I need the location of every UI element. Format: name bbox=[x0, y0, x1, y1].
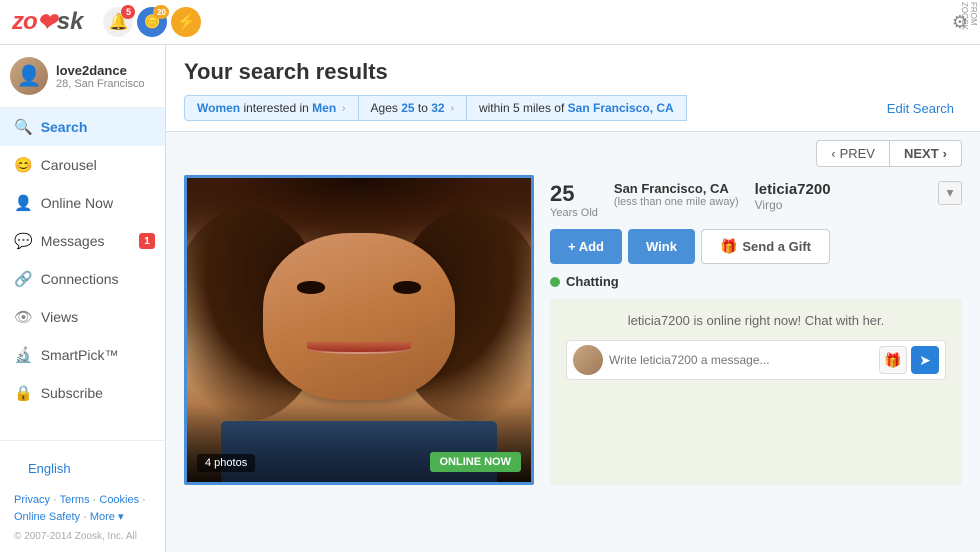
gift-button[interactable]: 🎁 Send a Gift bbox=[701, 229, 830, 264]
sidebar-item-search[interactable]: 🔍 Search bbox=[0, 108, 165, 146]
chatting-status: Chatting bbox=[550, 274, 962, 289]
chat-avatar-image bbox=[573, 345, 603, 375]
terms-link[interactable]: Terms bbox=[60, 494, 90, 506]
profile-username: leticia7200 bbox=[755, 181, 831, 198]
watermark: FROM ZOOSK bbox=[958, 0, 980, 45]
online-safety-link[interactable]: Online Safety bbox=[14, 511, 80, 523]
privacy-link[interactable]: Privacy bbox=[14, 494, 50, 506]
footer-links: Privacy · Terms · Cookies · Online Safet… bbox=[14, 492, 151, 527]
copyright-text: © 2007-2014 Zoosk, Inc. All bbox=[14, 531, 151, 542]
filter-gender[interactable]: Women interested in Men › bbox=[184, 95, 359, 121]
language-selector[interactable]: English bbox=[14, 451, 151, 486]
profile-photo bbox=[187, 178, 531, 482]
online-now-icon: 👤 bbox=[14, 194, 33, 212]
chat-send-button[interactable]: ➤ bbox=[911, 346, 939, 374]
edit-search-button[interactable]: Edit Search bbox=[879, 96, 962, 121]
results-nav: ‹ PREV NEXT › bbox=[166, 132, 980, 175]
wink-button[interactable]: Wink bbox=[628, 229, 695, 264]
sidebar-item-label: Search bbox=[41, 119, 88, 135]
carousel-icon: 😊 bbox=[14, 156, 33, 174]
search-icon: 🔍 bbox=[14, 118, 33, 136]
online-now-badge: ONLINE NOW bbox=[430, 452, 522, 472]
notifications-badge: 5 bbox=[121, 5, 135, 19]
chat-message-input[interactable] bbox=[609, 353, 873, 367]
sidebar-item-label: Views bbox=[41, 309, 78, 325]
profile-area: 4 photos ONLINE NOW 25 Years Old San Fra… bbox=[166, 175, 980, 503]
chat-input-row: 🎁 ➤ bbox=[566, 340, 946, 380]
connections-icon: 🔗 bbox=[14, 270, 33, 288]
filter-age[interactable]: Ages 25 to 32 › bbox=[359, 95, 467, 121]
profile-location-sub: (less than one mile away) bbox=[614, 196, 739, 208]
profile-expand-button[interactable]: ▾ bbox=[938, 181, 962, 205]
add-button[interactable]: + Add bbox=[550, 229, 622, 264]
sidebar-footer: English Privacy · Terms · Cookies · Onli… bbox=[0, 440, 165, 552]
messages-badge: 1 bbox=[139, 233, 155, 249]
sidebar-item-carousel[interactable]: 😊 Carousel bbox=[0, 146, 165, 184]
page-title: Your search results bbox=[184, 59, 962, 85]
gift-icon: 🎁 bbox=[720, 238, 737, 255]
sidebar-item-subscribe[interactable]: 🔒 Subscribe bbox=[0, 374, 165, 412]
username-group: leticia7200 Virgo bbox=[755, 181, 831, 212]
avatar bbox=[10, 57, 48, 95]
photo-count-badge: 4 photos bbox=[197, 454, 255, 472]
chat-send-options: 🎁 ➤ bbox=[879, 346, 939, 374]
profile-location: San Francisco, CA bbox=[614, 181, 739, 196]
main-header: Your search results Women interested in … bbox=[166, 45, 980, 132]
sidebar-item-smartpick[interactable]: 🔬 SmartPick™ bbox=[0, 336, 165, 374]
header-icons: 🔔 5 🪙 20 ⚡ bbox=[103, 7, 201, 37]
chat-emoji-button[interactable]: 🎁 bbox=[879, 346, 907, 374]
filter-location[interactable]: within 5 miles of San Francisco, CA bbox=[467, 95, 687, 121]
chat-online-notice: leticia7200 is online right now! Chat wi… bbox=[566, 313, 946, 328]
next-button[interactable]: NEXT › bbox=[890, 140, 962, 167]
subscribe-icon: 🔒 bbox=[14, 384, 33, 402]
views-icon: 👁 bbox=[14, 308, 33, 326]
profile-info: 25 Years Old San Francisco, CA (less tha… bbox=[550, 175, 962, 485]
age-label: Years Old bbox=[550, 207, 598, 219]
gift-label: Send a Gift bbox=[742, 239, 811, 254]
sidebar-item-label: Online Now bbox=[41, 195, 113, 211]
prev-button[interactable]: ‹ PREV bbox=[816, 140, 890, 167]
profile-sign: Virgo bbox=[755, 198, 831, 212]
notifications-button[interactable]: 🔔 5 bbox=[103, 7, 133, 37]
chatting-label: Chatting bbox=[566, 274, 619, 289]
main-content: Your search results Women interested in … bbox=[166, 45, 980, 552]
sidebar-item-messages[interactable]: 💬 Messages 1 bbox=[0, 222, 165, 260]
nav-items: 🔍 Search 😊 Carousel 👤 Online Now 💬 Messa… bbox=[0, 108, 165, 440]
sidebar-item-connections[interactable]: 🔗 Connections bbox=[0, 260, 165, 298]
sidebar: love2dance 28, San Francisco 🔍 Search 😊 … bbox=[0, 45, 166, 552]
cookies-link[interactable]: Cookies bbox=[99, 494, 139, 506]
chat-avatar bbox=[573, 345, 603, 375]
user-info: love2dance 28, San Francisco bbox=[56, 63, 145, 90]
sidebar-item-label: Messages bbox=[41, 233, 105, 249]
sidebar-item-online-now[interactable]: 👤 Online Now bbox=[0, 184, 165, 222]
profile-header-row: 25 Years Old San Francisco, CA (less tha… bbox=[550, 175, 962, 219]
logo[interactable]: zo ❤ sk bbox=[12, 8, 83, 37]
header: zo ❤ sk 🔔 5 🪙 20 ⚡ ⚙ FROM ZOOSK bbox=[0, 0, 980, 45]
coins-badge: 20 bbox=[153, 5, 169, 19]
boost-button[interactable]: ⚡ bbox=[171, 7, 201, 37]
sidebar-item-views[interactable]: 👁 Views bbox=[0, 298, 165, 336]
chat-area: leticia7200 is online right now! Chat wi… bbox=[550, 299, 962, 485]
sidebar-user-detail: 28, San Francisco bbox=[56, 78, 145, 90]
sidebar-item-label: Connections bbox=[41, 271, 119, 287]
profile-age: 25 bbox=[550, 181, 598, 207]
sidebar-item-label: Carousel bbox=[41, 157, 97, 173]
location-group: San Francisco, CA (less than one mile aw… bbox=[614, 181, 739, 208]
sidebar-item-label: SmartPick™ bbox=[41, 347, 119, 363]
sidebar-username: love2dance bbox=[56, 63, 145, 78]
profile-photo-container[interactable]: 4 photos ONLINE NOW bbox=[184, 175, 534, 485]
avatar-image bbox=[10, 57, 48, 95]
more-link[interactable]: More ▾ bbox=[90, 511, 124, 523]
sidebar-item-label: Subscribe bbox=[41, 385, 103, 401]
search-filter-bar: Women interested in Men › Ages 25 to 32 … bbox=[184, 95, 962, 121]
user-profile[interactable]: love2dance 28, San Francisco bbox=[0, 45, 165, 108]
layout: love2dance 28, San Francisco 🔍 Search 😊 … bbox=[0, 45, 980, 552]
age-group: 25 Years Old bbox=[550, 181, 598, 219]
coins-button[interactable]: 🪙 20 bbox=[137, 7, 167, 37]
chatting-dot bbox=[550, 277, 560, 287]
messages-icon: 💬 bbox=[14, 232, 33, 250]
nav-buttons: ‹ PREV NEXT › bbox=[816, 140, 962, 167]
action-buttons: + Add Wink 🎁 Send a Gift bbox=[550, 229, 962, 264]
smartpick-icon: 🔬 bbox=[14, 346, 33, 364]
